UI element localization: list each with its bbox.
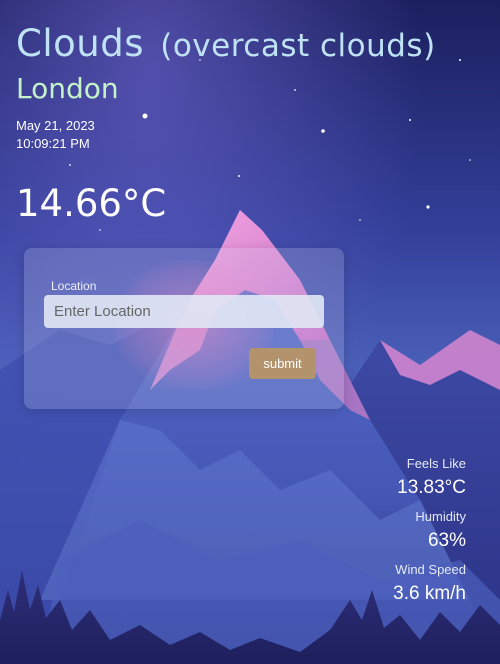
city-name: London	[16, 72, 119, 105]
location-label: Location	[51, 279, 97, 293]
feels-like-value: 13.83°C	[397, 477, 466, 498]
condition-description: (overcast clouds)	[160, 28, 436, 64]
location-input[interactable]	[44, 295, 324, 328]
current-date: May 21, 2023	[16, 118, 95, 133]
current-time: 10:09:21 PM	[16, 136, 90, 151]
weather-app: Clouds (overcast clouds) London May 21, …	[0, 0, 500, 664]
condition-main: Clouds	[16, 22, 144, 65]
weather-condition-heading: Clouds (overcast clouds)	[16, 22, 436, 65]
current-temperature: 14.66°C	[16, 182, 167, 225]
location-form-card: Location submit	[24, 248, 344, 409]
submit-button[interactable]: submit	[249, 348, 316, 379]
wind-speed-value: 3.6 km/h	[393, 583, 466, 604]
wind-speed-label: Wind Speed	[395, 562, 466, 577]
humidity-label: Humidity	[415, 509, 466, 524]
feels-like-label: Feels Like	[406, 456, 466, 471]
weather-stats: Feels Like 13.83°C Humidity 63% Wind Spe…	[266, 456, 466, 615]
humidity-value: 63%	[427, 530, 466, 551]
